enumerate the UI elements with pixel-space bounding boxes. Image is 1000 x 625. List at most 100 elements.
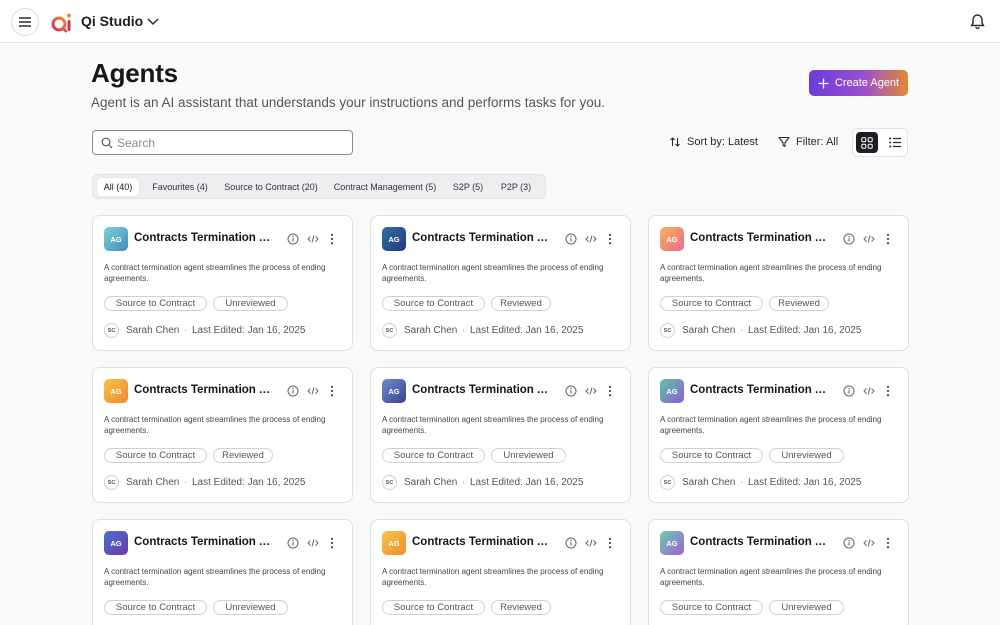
- more-vertical-icon[interactable]: [607, 537, 613, 549]
- category-tag: Source to Contract: [104, 448, 207, 463]
- status-badge: Unreviewed: [769, 448, 844, 463]
- code-icon[interactable]: [307, 385, 319, 397]
- agent-avatar: AG: [382, 531, 406, 555]
- more-vertical-icon[interactable]: [607, 385, 613, 397]
- info-icon[interactable]: [843, 385, 855, 397]
- search-input[interactable]: [117, 134, 342, 152]
- status-badge: Unreviewed: [491, 448, 566, 463]
- code-icon[interactable]: [863, 385, 875, 397]
- agent-title: Contracts Termination Agent: [134, 384, 277, 396]
- author-avatar: SC: [660, 323, 675, 338]
- author-name: Sarah Chen: [126, 325, 180, 336]
- last-edited: Last Edited: Jan 16, 2025: [192, 325, 306, 336]
- agent-card[interactable]: AG Contracts Termination Agent A contract …: [370, 215, 631, 351]
- last-edited: Last Edited: Jan 16, 2025: [470, 325, 584, 336]
- author-avatar: SC: [382, 323, 397, 338]
- tab-favourites[interactable]: Favourites (4): [148, 178, 212, 196]
- info-icon[interactable]: [565, 233, 577, 245]
- author-avatar: SC: [104, 475, 119, 490]
- tab-p2p[interactable]: P2P (3): [498, 178, 534, 196]
- page-title: Agents: [91, 58, 178, 88]
- menu-button[interactable]: [11, 8, 39, 36]
- agent-card[interactable]: AG Contracts Termination Agent A contract …: [92, 367, 353, 503]
- agent-title: Contracts Termination Agent: [134, 536, 277, 548]
- meta-separator: ·: [184, 477, 188, 488]
- info-icon[interactable]: [843, 537, 855, 549]
- create-agent-label: Create Agent: [834, 77, 900, 89]
- code-icon[interactable]: [585, 537, 597, 549]
- author-name: Sarah Chen: [682, 325, 736, 336]
- author-name: Sarah Chen: [404, 325, 458, 336]
- category-tag: Source to Contract: [104, 296, 207, 311]
- more-vertical-icon[interactable]: [329, 233, 335, 245]
- agent-description: A contract termination agent streamlines…: [104, 415, 326, 435]
- agent-description: A contract termination agent streamlines…: [104, 567, 326, 587]
- search-box[interactable]: [92, 130, 353, 155]
- tab-s2p[interactable]: S2P (5): [450, 178, 486, 196]
- tab-contract-management[interactable]: Contract Management (5): [332, 178, 438, 196]
- grid-icon: [861, 136, 873, 149]
- agent-card[interactable]: AG Contracts Termination Agent A contract …: [370, 367, 631, 503]
- agent-description: A contract termination agent streamlines…: [382, 567, 604, 587]
- agent-card[interactable]: AG Contracts Termination Agent A contract …: [648, 367, 909, 503]
- info-icon[interactable]: [565, 537, 577, 549]
- sort-label: Sort by: Latest: [687, 136, 758, 148]
- create-agent-button[interactable]: Create Agent: [809, 70, 908, 96]
- agent-card[interactable]: AG Contracts Termination Agent A contract …: [648, 519, 909, 625]
- app-name[interactable]: Qi Studio: [81, 13, 143, 29]
- agent-title: Contracts Termination Agent: [690, 536, 833, 548]
- code-icon[interactable]: [585, 385, 597, 397]
- list-view-button[interactable]: [884, 132, 906, 153]
- agent-description: A contract termination agent streamlines…: [104, 263, 326, 283]
- agent-avatar: AG: [382, 227, 406, 251]
- author-avatar: SC: [382, 475, 397, 490]
- agent-card[interactable]: AG Contracts Termination Agent A contract …: [92, 519, 353, 625]
- more-vertical-icon[interactable]: [885, 537, 891, 549]
- tab-all[interactable]: All (40): [97, 178, 139, 196]
- category-tag: Source to Contract: [104, 600, 207, 615]
- code-icon[interactable]: [307, 233, 319, 245]
- code-icon[interactable]: [307, 537, 319, 549]
- info-icon[interactable]: [843, 233, 855, 245]
- agent-description: A contract termination agent streamlines…: [660, 415, 882, 435]
- tab-source-to-contract[interactable]: Source to Contract (20): [221, 178, 321, 196]
- chevron-down-icon[interactable]: [146, 14, 160, 28]
- author-name: Sarah Chen: [682, 477, 736, 488]
- code-icon[interactable]: [863, 233, 875, 245]
- code-icon[interactable]: [863, 537, 875, 549]
- sort-button[interactable]: Sort by: Latest: [669, 134, 758, 150]
- info-icon[interactable]: [565, 385, 577, 397]
- info-icon[interactable]: [287, 385, 299, 397]
- info-icon[interactable]: [287, 537, 299, 549]
- agent-card[interactable]: AG Contracts Termination Agent A contract …: [648, 215, 909, 351]
- search-icon: [101, 137, 113, 149]
- more-vertical-icon[interactable]: [885, 385, 891, 397]
- more-vertical-icon[interactable]: [607, 233, 613, 245]
- agent-title: Contracts Termination Agent: [690, 232, 833, 244]
- agent-avatar: AG: [104, 227, 128, 251]
- agent-description: A contract termination agent streamlines…: [382, 415, 604, 435]
- category-tag: Source to Contract: [382, 600, 485, 615]
- agent-title: Contracts Termination Agent: [412, 384, 555, 396]
- status-badge: Unreviewed: [769, 600, 844, 615]
- more-vertical-icon[interactable]: [885, 233, 891, 245]
- status-badge: Unreviewed: [213, 296, 288, 311]
- plus-icon: [818, 78, 829, 88]
- qi-logo[interactable]: [51, 11, 73, 33]
- grid-view-button[interactable]: [856, 132, 878, 153]
- agent-card[interactable]: AG Contracts Termination Agent A contract …: [370, 519, 631, 625]
- bell-icon[interactable]: [969, 13, 986, 30]
- agent-description: A contract termination agent streamlines…: [660, 263, 882, 283]
- filter-button[interactable]: Filter: All: [778, 134, 838, 150]
- agent-title: Contracts Termination Agent: [412, 536, 555, 548]
- agent-card[interactable]: AG Contracts Termination Agent A contract …: [92, 215, 353, 351]
- more-vertical-icon[interactable]: [329, 385, 335, 397]
- status-badge: Reviewed: [213, 448, 273, 463]
- status-badge: Reviewed: [769, 296, 829, 311]
- info-icon[interactable]: [287, 233, 299, 245]
- sort-arrows-icon: [670, 137, 680, 147]
- code-icon[interactable]: [585, 233, 597, 245]
- agent-avatar: AG: [382, 379, 406, 403]
- more-vertical-icon[interactable]: [329, 537, 335, 549]
- filter-label: Filter: All: [796, 136, 839, 148]
